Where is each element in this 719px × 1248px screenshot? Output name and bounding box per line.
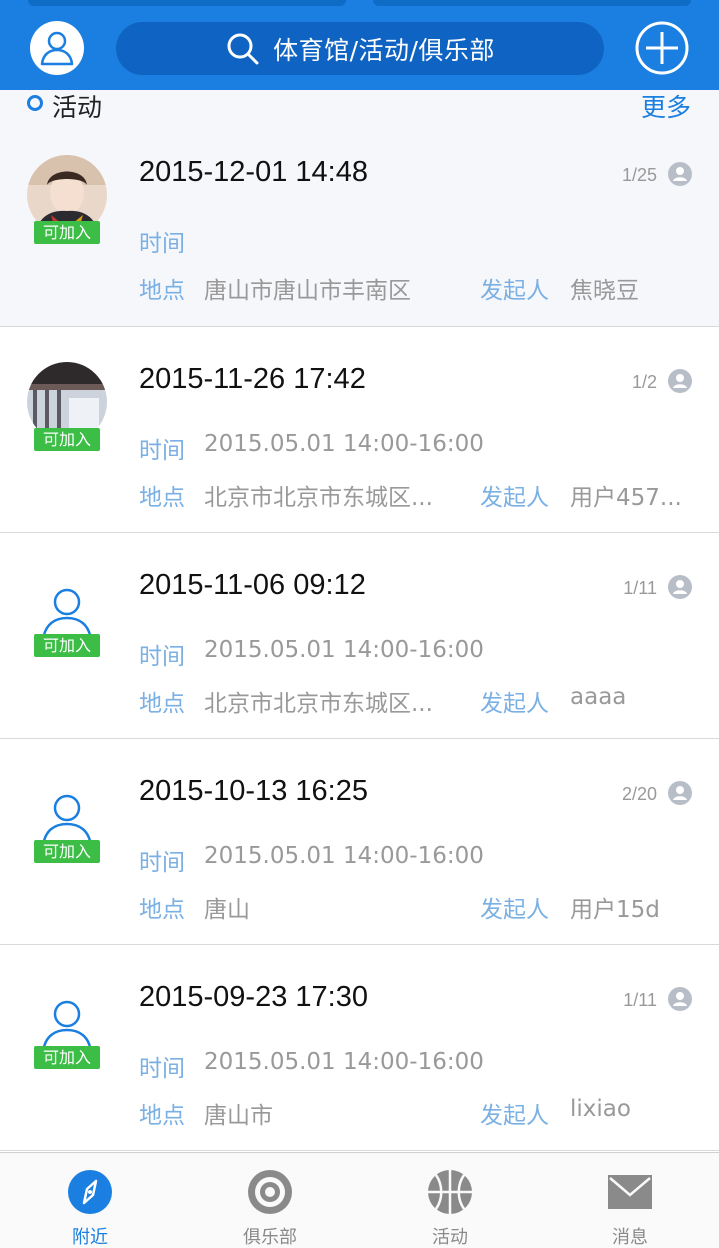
time-label: 时间	[139, 644, 185, 670]
place-label: 地点	[139, 485, 185, 511]
time-label: 时间	[139, 850, 185, 876]
joinable-badge: 可加入	[34, 1046, 100, 1069]
activity-date: 2015-09-23 17:30	[139, 981, 368, 1013]
place-value: 北京市北京市东城区...	[204, 485, 433, 511]
time-label: 时间	[139, 438, 185, 464]
place-label: 地点	[139, 278, 185, 304]
activity-list: 可加入 2015-12-01 14:48 1/25 时间 地点 唐山市唐山市丰南…	[0, 120, 719, 1151]
joinable-badge: 可加入	[34, 840, 100, 863]
user-icon	[40, 31, 74, 66]
top-strip-left	[28, 0, 346, 6]
organizer-label: 发起人	[480, 485, 549, 511]
section-title: 活动	[52, 93, 103, 122]
organizer-label: 发起人	[480, 278, 549, 304]
place-label: 地点	[139, 1103, 185, 1129]
tab-nearby[interactable]: 附近	[0, 1153, 180, 1248]
add-button[interactable]	[634, 20, 690, 76]
activity-row[interactable]: 可加入 2015-12-01 14:48 1/25 时间 地点 唐山市唐山市丰南…	[0, 120, 719, 327]
search-bar[interactable]: 体育馆/活动/俱乐部	[116, 22, 604, 75]
search-placeholder: 体育馆/活动/俱乐部	[273, 35, 495, 65]
organizer-value: aaaa	[570, 684, 627, 710]
place-value: 唐山市	[204, 1103, 273, 1129]
participant-count: 1/11	[623, 990, 657, 1010]
participant-count: 1/11	[623, 578, 657, 598]
activity-date: 2015-11-26 17:42	[139, 363, 366, 395]
participant-count: 1/2	[631, 372, 657, 392]
place-value: 北京市北京市东城区...	[204, 691, 433, 717]
time-value: 2015.05.01 14:00-16:00	[204, 843, 484, 869]
activity-row[interactable]: 可加入 2015-11-06 09:12 1/11 时间 2015.05.01 …	[0, 533, 719, 739]
more-link[interactable]: 更多	[641, 88, 691, 124]
user-avatar-button[interactable]	[30, 21, 84, 75]
search-icon	[227, 33, 259, 64]
time-value: 2015.05.01 14:00-16:00	[204, 431, 484, 457]
organizer-label: 发起人	[480, 1103, 549, 1129]
activity-date: 2015-11-06 09:12	[139, 569, 366, 601]
plus-circle-icon	[635, 21, 689, 75]
target-icon	[248, 1170, 292, 1214]
organizer-label: 发起人	[480, 691, 549, 717]
time-value: 2015.05.01 14:00-16:00	[204, 1049, 484, 1075]
person-icon	[668, 575, 692, 599]
organizer-value: 用户15d	[570, 897, 660, 923]
place-label: 地点	[139, 897, 185, 923]
basketball-icon	[428, 1170, 472, 1214]
organizer-value: 用户457...	[570, 485, 682, 511]
person-icon	[668, 162, 692, 186]
person-icon	[668, 781, 692, 805]
mail-icon	[608, 1175, 652, 1209]
time-value: 2015.05.01 14:00-16:00	[204, 637, 484, 663]
person-icon	[668, 987, 692, 1011]
activity-row[interactable]: 可加入 2015-09-23 17:30 1/11 时间 2015.05.01 …	[0, 945, 719, 1151]
organizer-label: 发起人	[480, 897, 549, 923]
tab-label: 俱乐部	[243, 1227, 297, 1248]
person-icon	[668, 369, 692, 393]
activity-date: 2015-12-01 14:48	[139, 156, 368, 188]
tab-label: 活动	[432, 1227, 468, 1248]
tab-activities[interactable]: 活动	[360, 1153, 540, 1248]
compass-icon	[68, 1170, 112, 1214]
place-value: 唐山市唐山市丰南区	[204, 278, 411, 304]
tab-messages[interactable]: 消息	[540, 1153, 719, 1248]
participant-count: 2/20	[621, 784, 657, 804]
tab-label: 附近	[72, 1227, 108, 1248]
activity-row[interactable]: 可加入 2015-10-13 16:25 2/20 时间 2015.05.01 …	[0, 739, 719, 945]
tab-label: 消息	[612, 1227, 648, 1248]
joinable-badge: 可加入	[34, 634, 100, 657]
joinable-badge: 可加入	[34, 221, 100, 244]
participant-count: 1/25	[621, 165, 657, 185]
time-label: 时间	[139, 231, 185, 257]
bottom-tab-bar: 附近 俱乐部 活动 消息	[0, 1152, 719, 1248]
top-header: 体育馆/活动/俱乐部	[0, 0, 719, 90]
top-strip-right	[373, 0, 691, 6]
section-dot-icon	[27, 95, 43, 111]
activity-row[interactable]: 可加入 2015-11-26 17:42 1/2 时间 2015.05.01 1…	[0, 327, 719, 533]
place-value: 唐山	[204, 897, 250, 923]
organizer-value: 焦晓豆	[570, 278, 639, 304]
place-label: 地点	[139, 691, 185, 717]
organizer-value: lixiao	[570, 1096, 631, 1122]
joinable-badge: 可加入	[34, 428, 100, 451]
time-label: 时间	[139, 1056, 185, 1082]
tab-clubs[interactable]: 俱乐部	[180, 1153, 360, 1248]
activity-date: 2015-10-13 16:25	[139, 775, 368, 807]
